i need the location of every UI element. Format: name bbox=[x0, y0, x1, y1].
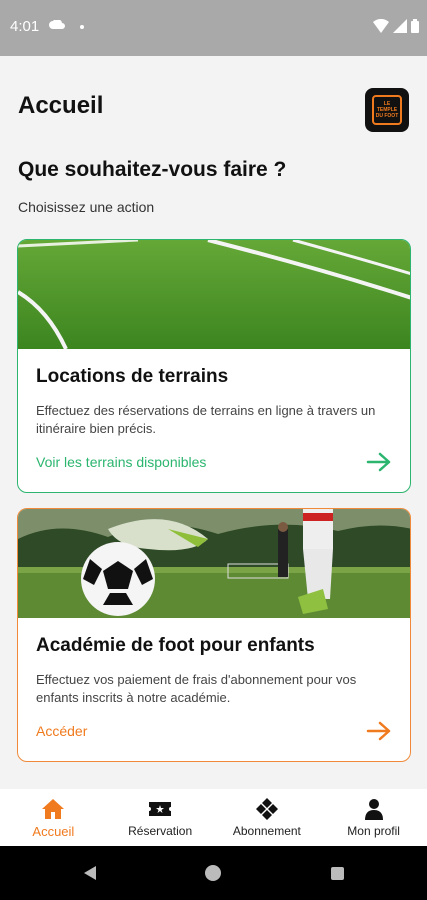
notification-dot-icon bbox=[80, 25, 84, 29]
nav-item-reservation[interactable]: Réservation bbox=[107, 789, 214, 846]
back-icon[interactable] bbox=[82, 865, 98, 881]
app-content: Accueil LE TEMPLE DU FOOT Que souhaitez-… bbox=[0, 56, 427, 846]
brand-logo[interactable]: LE TEMPLE DU FOOT bbox=[365, 88, 409, 132]
ticket-icon bbox=[149, 802, 172, 816]
bottom-navigation: Accueil Réservation Abonnement Mon profi… bbox=[0, 789, 427, 846]
status-icons bbox=[373, 19, 419, 33]
nav-item-home[interactable]: Accueil bbox=[0, 789, 107, 846]
access-academy-link[interactable]: Accéder bbox=[36, 723, 87, 739]
nav-label: Abonnement bbox=[232, 824, 301, 838]
logo-badge: LE TEMPLE DU FOOT bbox=[372, 95, 402, 125]
view-fields-link[interactable]: Voir les terrains disponibles bbox=[36, 454, 206, 470]
card-title: Locations de terrains bbox=[36, 366, 229, 387]
card-description: Effectuez vos paiement de frais d'abonne… bbox=[36, 672, 357, 705]
status-time: 4:01 bbox=[10, 18, 40, 35]
card-description: Effectuez des réservations de terrains e… bbox=[36, 403, 376, 436]
arrow-right-icon[interactable] bbox=[366, 721, 392, 741]
wifi-icon bbox=[373, 19, 389, 33]
soccer-ball-image bbox=[18, 509, 410, 618]
diamonds-icon bbox=[255, 798, 278, 820]
card-title: Académie de foot pour enfants bbox=[36, 635, 315, 656]
status-bar: 4:01 bbox=[0, 0, 427, 56]
cloud-icon bbox=[49, 20, 65, 29]
section-title: Que souhaitez-vous faire ? bbox=[18, 158, 287, 181]
pitch-image bbox=[18, 240, 410, 349]
header: Accueil LE TEMPLE DU FOOT bbox=[18, 88, 409, 136]
nav-label: Mon profil bbox=[347, 824, 400, 838]
card-kids-academy[interactable]: Académie de foot pour enfants Effectuez … bbox=[17, 508, 411, 762]
battery-icon bbox=[411, 19, 419, 33]
signal-icon bbox=[393, 19, 407, 33]
recent-apps-icon[interactable] bbox=[331, 867, 344, 880]
card-field-rental[interactable]: Locations de terrains Effectuez des rése… bbox=[17, 239, 411, 493]
arrow-right-icon[interactable] bbox=[366, 452, 392, 472]
home-icon bbox=[42, 799, 65, 819]
system-navigation-bar bbox=[0, 846, 427, 900]
home-button-icon[interactable] bbox=[205, 865, 221, 881]
nav-item-profile[interactable]: Mon profil bbox=[320, 789, 427, 846]
nav-label: Réservation bbox=[128, 824, 193, 838]
section-subtitle: Choisissez une action bbox=[18, 199, 155, 215]
nav-label: Accueil bbox=[32, 824, 75, 839]
person-icon bbox=[364, 799, 383, 820]
nav-item-subscription[interactable]: Abonnement bbox=[214, 789, 321, 846]
page-title: Accueil bbox=[18, 92, 104, 119]
